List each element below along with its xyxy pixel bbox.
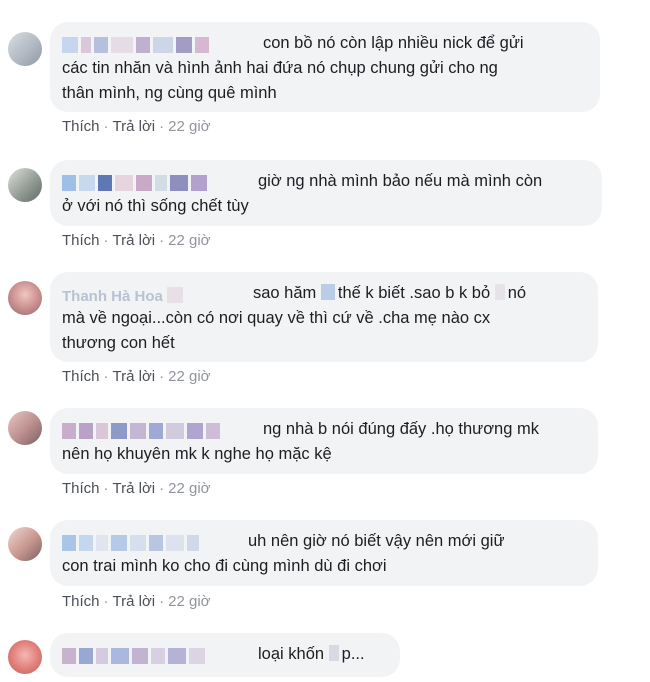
comment-bubble: uh nên giờ nó biết vậy nên mới giữ con t… <box>50 520 598 586</box>
redacted-word <box>494 284 505 300</box>
comment-text: sao hăm <box>253 284 317 302</box>
comment-bubble: Thanh Hà Hoa sao hăm thế k biết .sao b k… <box>50 272 598 362</box>
reply-link[interactable]: Trả lời <box>113 368 156 385</box>
comment-text: loại khốn <box>258 645 325 663</box>
reply-link[interactable]: Trả lời <box>113 232 156 249</box>
redacted-name[interactable] <box>62 34 257 53</box>
comment-text: con trai mình ko cho đi cùng mình dù đi … <box>62 557 387 575</box>
comment-text: uh nên giờ nó biết vậy nên mới giữ <box>248 532 505 550</box>
comment-text: các tin nhăn và hình ảnh hai đứa nó chụp… <box>62 59 498 77</box>
avatar[interactable] <box>8 527 42 561</box>
comment-actions: Thích · Trả lời · 22 giờ <box>62 368 211 385</box>
comment-text: nên họ khuyên mk k nghe họ mặc kệ <box>62 445 332 463</box>
comment-text: giờ ng nhà mình bảo nếu mà mình còn <box>258 172 543 190</box>
like-link[interactable]: Thích <box>62 480 100 497</box>
redacted-word <box>320 284 335 300</box>
comment-text: nó <box>507 284 527 302</box>
avatar[interactable] <box>8 411 42 445</box>
like-link[interactable]: Thích <box>62 232 100 249</box>
comment-bubble: ng nhà b nói đúng đấy .họ thương mk nên … <box>50 408 598 474</box>
redacted-name[interactable] <box>62 420 257 439</box>
commenter-name-fragment: Thanh Hà Hoa <box>62 288 163 305</box>
redacted-name[interactable] <box>62 172 252 191</box>
timestamp[interactable]: 22 giờ <box>168 593 210 610</box>
comment-actions: Thích · Trả lời · 22 giờ <box>62 480 211 497</box>
comment-actions: Thích · Trả lời · 22 giờ <box>62 118 211 135</box>
comment-text: p... <box>341 645 365 663</box>
reply-link[interactable]: Trả lời <box>113 118 156 135</box>
comment-bubble: loại khốn p... <box>50 633 400 677</box>
avatar[interactable] <box>8 32 42 66</box>
comment-text: thân mình, ng cùng quê mình <box>62 84 277 102</box>
timestamp[interactable]: 22 giờ <box>168 368 210 385</box>
redacted-name[interactable]: Thanh Hà Hoa <box>62 284 247 305</box>
comment-text: ng nhà b nói đúng đấy .họ thương mk <box>263 420 539 438</box>
comment-text: thế k biết .sao b k bỏ <box>337 284 491 302</box>
redacted-word <box>328 645 339 661</box>
reply-link[interactable]: Trả lời <box>113 480 156 497</box>
comment-text: con bồ nó còn lập nhiều nick để gửi <box>263 34 524 52</box>
avatar[interactable] <box>8 168 42 202</box>
timestamp[interactable]: 22 giờ <box>168 232 210 249</box>
timestamp[interactable]: 22 giờ <box>168 480 210 497</box>
like-link[interactable]: Thích <box>62 368 100 385</box>
like-link[interactable]: Thích <box>62 593 100 610</box>
redacted-name[interactable] <box>62 645 252 664</box>
comment-actions: Thích · Trả lời · 22 giờ <box>62 232 211 249</box>
comment-bubble: con bồ nó còn lập nhiều nick để gửi các … <box>50 22 600 112</box>
redacted-name[interactable] <box>62 532 242 551</box>
avatar[interactable] <box>8 640 42 674</box>
comment-bubble: giờ ng nhà mình bảo nếu mà mình còn ở vớ… <box>50 160 602 226</box>
like-link[interactable]: Thích <box>62 118 100 135</box>
avatar[interactable] <box>8 281 42 315</box>
comment-actions: Thích · Trả lời · 22 giờ <box>62 593 211 610</box>
comment-text: ở với nó thì sống chết tùy <box>62 197 249 215</box>
timestamp[interactable]: 22 giờ <box>168 118 210 135</box>
reply-link[interactable]: Trả lời <box>113 593 156 610</box>
comment-text: mà về ngoại...còn có nơi quay về thì cứ … <box>62 309 491 327</box>
comment-text: thương con hết <box>62 334 175 352</box>
